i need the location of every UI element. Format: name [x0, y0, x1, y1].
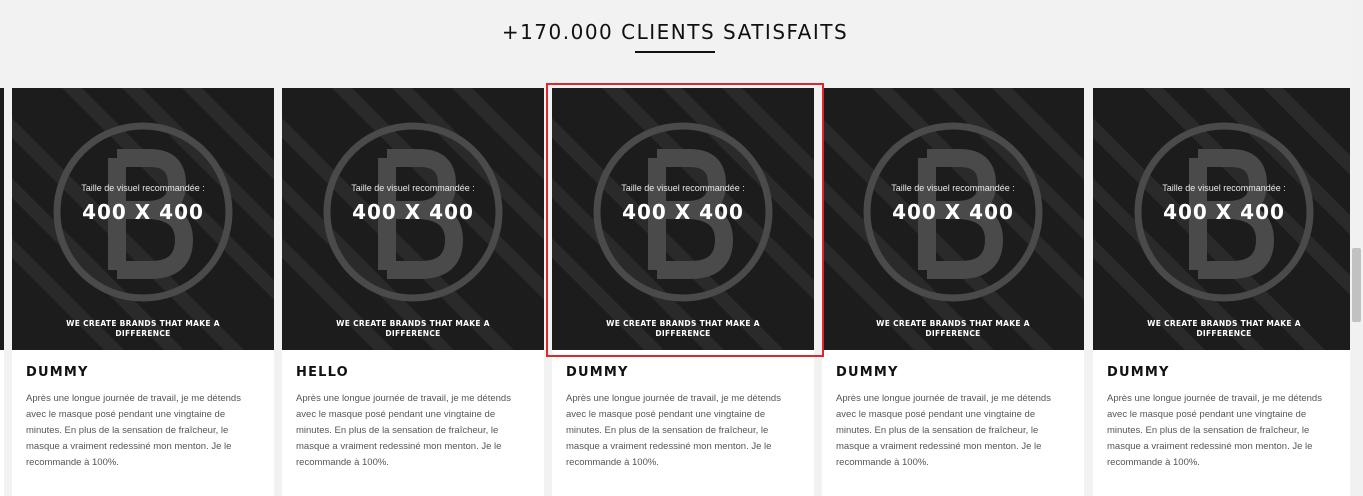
testimonial-card[interactable]: Taille de visuel recommandée : 400 X 400…	[1093, 88, 1350, 496]
image-size-label: 400 X 400	[82, 200, 204, 224]
testimonial-text: Après une longue journée de travail, je …	[26, 393, 241, 468]
image-caption: Taille de visuel recommandée :	[351, 183, 475, 193]
testimonial-name: DUMMY	[26, 365, 89, 380]
testimonial-image	[0, 88, 4, 350]
image-tagline: WE CREATE BRANDS THAT MAKE A DIFFERENCE	[1147, 319, 1301, 338]
image-tagline: WE CREATE BRANDS THAT MAKE A DIFFERENCE	[66, 319, 220, 338]
image-caption: Taille de visuel recommandée :	[1162, 183, 1286, 193]
image-size-label: 400 X 400	[892, 200, 1014, 224]
page-scrollbar[interactable]	[1350, 0, 1363, 496]
image-size-label: 400 X 400	[352, 200, 474, 224]
image-caption: Taille de visuel recommandée :	[81, 183, 205, 193]
section-title: +170.000 CLIENTS SATISFAITS	[501, 20, 849, 44]
testimonial-text: Après une longue journée de travail, je …	[1107, 393, 1322, 468]
image-caption: Taille de visuel recommandée :	[891, 183, 1015, 193]
scrollbar-thumb[interactable]	[1352, 248, 1361, 322]
testimonial-carousel[interactable]: Taille de visuel recommandée : 400 X 400…	[0, 88, 1350, 496]
testimonial-image: Taille de visuel recommandée : 400 X 400…	[1093, 88, 1350, 350]
testimonial-name: DUMMY	[566, 365, 629, 380]
testimonial-image: Taille de visuel recommandée : 400 X 400…	[552, 88, 814, 350]
testimonial-card-active[interactable]: Taille de visuel recommandée : 400 X 400…	[552, 88, 814, 496]
testimonial-text: Après une longue journée de travail, je …	[296, 393, 511, 468]
testimonial-name: DUMMY	[1107, 365, 1170, 380]
image-tagline: WE CREATE BRANDS THAT MAKE A DIFFERENCE	[606, 319, 760, 338]
title-underline	[635, 51, 715, 53]
image-tagline: WE CREATE BRANDS THAT MAKE A DIFFERENCE	[336, 319, 490, 338]
testimonial-card[interactable]: Taille de visuel recommandée : 400 X 400…	[12, 88, 274, 496]
testimonial-text: Après une longue journée de travail, je …	[836, 393, 1051, 468]
image-tagline: WE CREATE BRANDS THAT MAKE A DIFFERENCE	[876, 319, 1030, 338]
testimonial-image: Taille de visuel recommandée : 400 X 400…	[282, 88, 544, 350]
image-caption: Taille de visuel recommandée :	[621, 183, 745, 193]
testimonial-card-partial	[0, 88, 4, 496]
testimonial-image: Taille de visuel recommandée : 400 X 400…	[822, 88, 1084, 350]
testimonial-name: HELLO	[296, 365, 349, 380]
testimonial-image: Taille de visuel recommandée : 400 X 400…	[12, 88, 274, 350]
testimonial-card[interactable]: Taille de visuel recommandée : 400 X 400…	[822, 88, 1084, 496]
testimonial-card[interactable]: Taille de visuel recommandée : 400 X 400…	[282, 88, 544, 496]
testimonial-text: Après une longue journée de travail, je …	[566, 393, 781, 468]
image-size-label: 400 X 400	[1163, 200, 1285, 224]
image-size-label: 400 X 400	[622, 200, 744, 224]
testimonial-name: DUMMY	[836, 365, 899, 380]
